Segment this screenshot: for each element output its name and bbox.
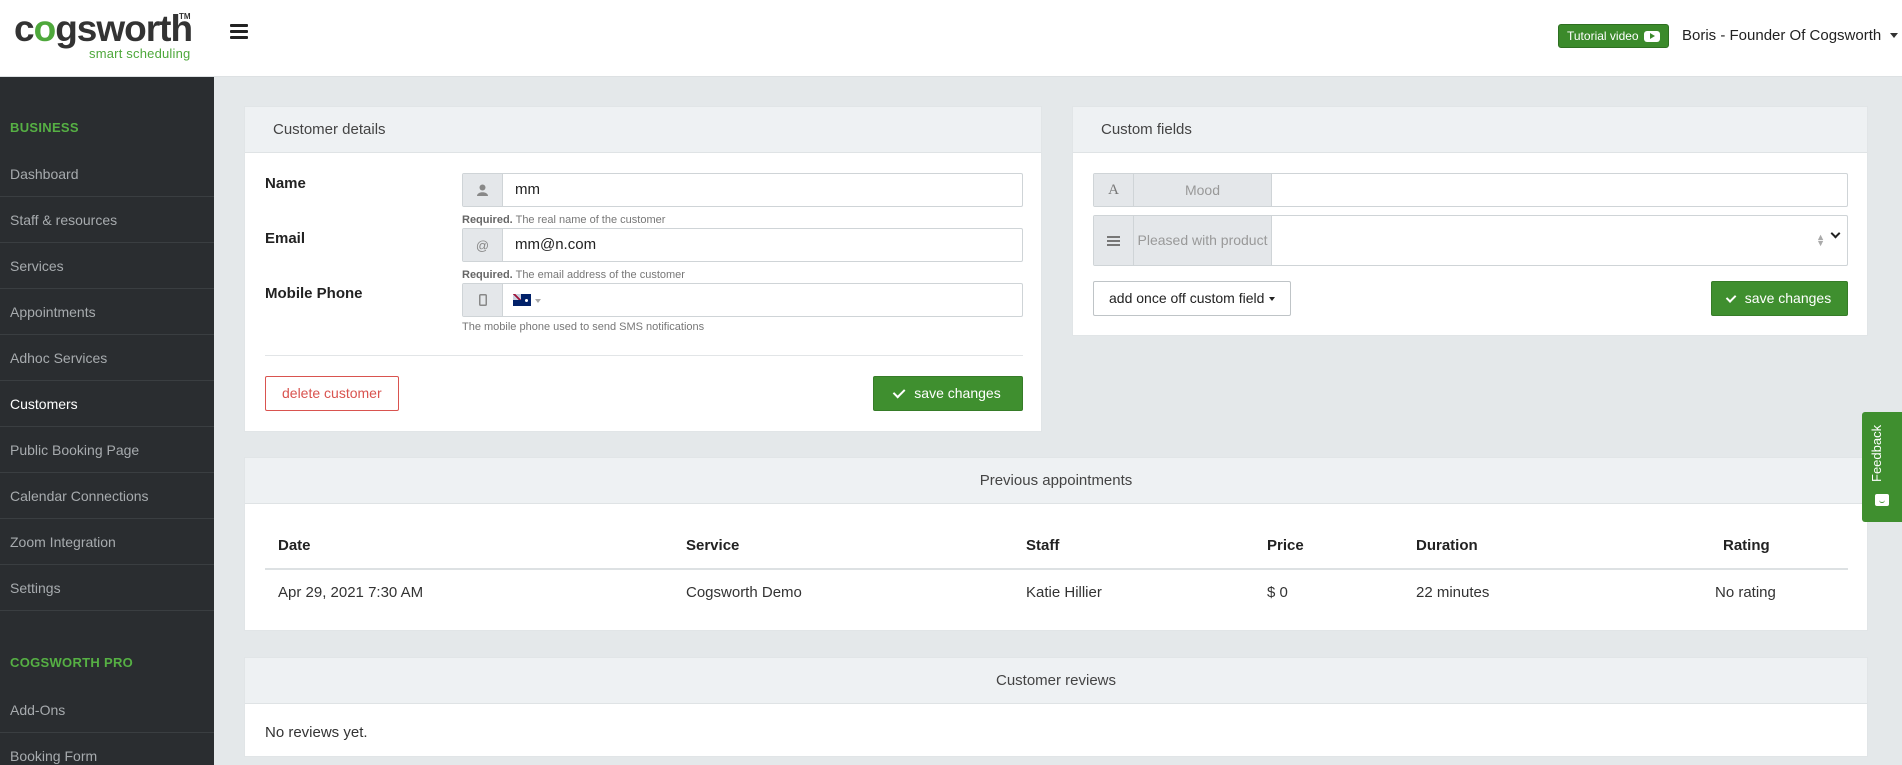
column-header-rating: Rating: [1723, 537, 1770, 554]
sidebar-item-booking-form[interactable]: Booking Form: [0, 733, 214, 765]
customer-details-panel: Customer details Name mm Required. The r…: [244, 106, 1042, 432]
check-icon: [893, 385, 906, 399]
sidebar-item-zoom-integration[interactable]: Zoom Integration: [0, 519, 214, 565]
gear-icon: o: [33, 8, 57, 49]
sidebar-item-public-booking-page[interactable]: Public Booking Page: [0, 427, 214, 473]
cell-duration: 22 minutes: [1416, 584, 1490, 601]
feedback-label: Feedback: [1869, 424, 1884, 482]
custom-field-name: Mood: [1134, 174, 1272, 206]
name-input[interactable]: mm: [503, 174, 1022, 206]
customer-reviews-panel: Customer reviews No reviews yet.: [244, 657, 1868, 757]
sidebar: BUSINESS Dashboard Staff & resources Ser…: [0, 77, 214, 765]
caret-down-icon: [1269, 296, 1276, 301]
column-header-duration: Duration: [1416, 537, 1478, 554]
sidebar-item-add-ons[interactable]: Add-Ons: [0, 687, 214, 733]
email-label: Email: [265, 230, 306, 247]
custom-fields-save-button[interactable]: save changes: [1711, 281, 1848, 316]
cell-rating: No rating: [1715, 584, 1776, 601]
user-icon: [463, 174, 503, 206]
custom-field-mood: A Mood: [1093, 173, 1848, 207]
cell-staff: Katie Hillier: [1026, 584, 1102, 601]
custom-fields-title: Custom fields: [1073, 107, 1867, 153]
cell-service: Cogsworth Demo: [686, 584, 802, 601]
name-help: Required. The real name of the customer: [462, 214, 666, 226]
table-header-divider: [265, 568, 1848, 570]
email-help: Required. The email address of the custo…: [462, 269, 685, 281]
mobile-phone-label: Mobile Phone: [265, 285, 363, 302]
phone-input-group: [462, 283, 1023, 317]
smiley-chat-icon: [1875, 494, 1889, 506]
sidebar-item-dashboard[interactable]: Dashboard: [0, 151, 214, 197]
no-reviews-text: No reviews yet.: [265, 724, 368, 741]
chevron-down-icon: [1830, 228, 1841, 239]
column-header-date: Date: [278, 537, 311, 554]
customer-details-title: Customer details: [245, 107, 1041, 153]
sidebar-item-staff[interactable]: Staff & resources: [0, 197, 214, 243]
caret-down-icon: [1890, 33, 1899, 38]
delete-customer-button[interactable]: delete customer: [265, 376, 399, 411]
phone-input[interactable]: [541, 284, 1022, 316]
email-input-group: @ mm@n.com: [462, 228, 1023, 262]
sidebar-item-services[interactable]: Services: [0, 243, 214, 289]
column-header-service: Service: [686, 537, 740, 554]
custom-field-pleased: Pleased with product ▲ ▼: [1093, 215, 1848, 266]
sidebar-item-calendar-connections[interactable]: Calendar Connections: [0, 473, 214, 519]
pleased-select[interactable]: ▲ ▼: [1272, 216, 1847, 265]
save-changes-button[interactable]: save changes: [873, 376, 1023, 411]
custom-field-name: Pleased with product: [1134, 216, 1272, 265]
youtube-icon: [1643, 30, 1660, 42]
cogsworth-logo[interactable]: cogsworth TM smart scheduling: [14, 8, 194, 62]
logo-tagline: smart scheduling: [89, 46, 191, 61]
sidebar-item-settings[interactable]: Settings: [0, 565, 214, 611]
at-icon: @: [463, 229, 503, 261]
top-header: cogsworth TM smart scheduling Tutorial v…: [0, 0, 1902, 77]
column-header-staff: Staff: [1026, 537, 1060, 554]
hamburger-menu-icon[interactable]: [230, 24, 248, 42]
form-divider: [265, 355, 1023, 356]
email-input[interactable]: mm@n.com: [503, 229, 1022, 261]
sidebar-section-pro: COGSWORTH PRO: [10, 655, 134, 670]
text-field-icon: A: [1094, 174, 1134, 206]
previous-appointments-title: Previous appointments: [245, 458, 1867, 504]
custom-fields-panel: Custom fields A Mood Pleased with produc…: [1072, 106, 1868, 336]
check-icon: [1725, 291, 1737, 303]
phone-help: The mobile phone used to send SMS notifi…: [462, 321, 705, 333]
customer-reviews-title: Customer reviews: [245, 658, 1867, 704]
sidebar-item-appointments[interactable]: Appointments: [0, 289, 214, 335]
name-label: Name: [265, 175, 306, 192]
previous-appointments-panel: Previous appointments Date Service Staff…: [244, 457, 1868, 631]
list-icon: [1094, 216, 1134, 265]
feedback-tab[interactable]: Feedback: [1862, 412, 1902, 522]
user-menu[interactable]: Boris - Founder Of Cogsworth: [1682, 27, 1899, 44]
cell-price: $ 0: [1267, 584, 1288, 601]
cell-date: Apr 29, 2021 7:30 AM: [278, 584, 424, 601]
column-header-price: Price: [1267, 537, 1304, 554]
sidebar-item-customers[interactable]: Customers: [0, 381, 214, 427]
add-custom-field-button[interactable]: add once off custom field: [1093, 281, 1292, 316]
mobile-phone-icon: [463, 284, 503, 316]
sidebar-section-business: BUSINESS: [10, 120, 79, 135]
name-input-group: mm: [462, 173, 1023, 207]
tutorial-video-button[interactable]: Tutorial video: [1558, 24, 1669, 48]
user-name: Boris - Founder Of Cogsworth: [1682, 27, 1882, 44]
mood-input[interactable]: [1272, 174, 1847, 206]
sidebar-item-adhoc-services[interactable]: Adhoc Services: [0, 335, 214, 381]
australia-flag-icon[interactable]: [513, 294, 531, 306]
select-arrows-icon: ▲ ▼: [1816, 232, 1825, 248]
